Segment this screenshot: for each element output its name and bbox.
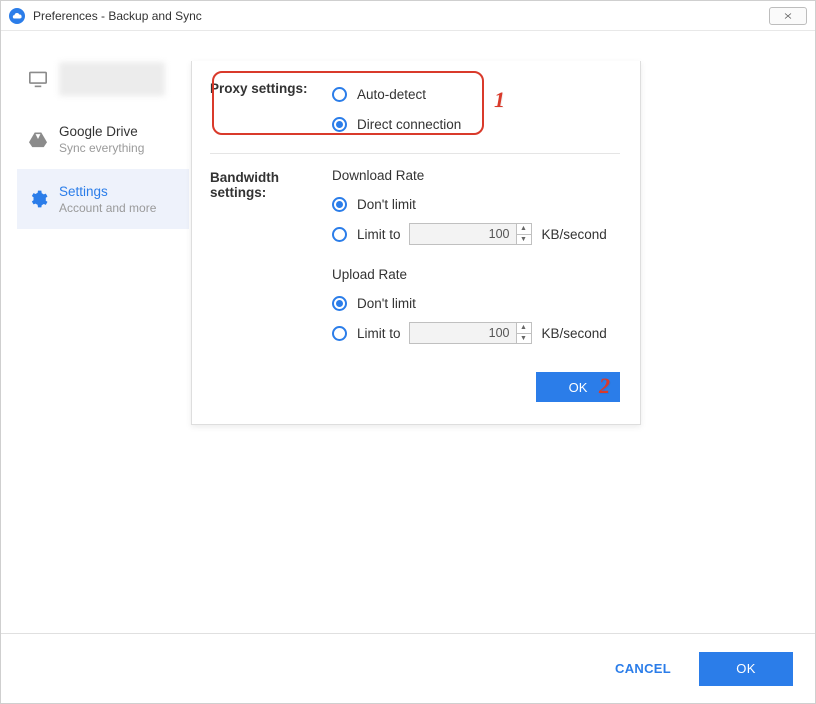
annotation-number-2: 2 xyxy=(599,373,610,399)
sidebar: Google Drive Sync everything Settings Ac… xyxy=(17,49,189,229)
window-title: Preferences - Backup and Sync xyxy=(33,9,202,23)
spinner-down-icon[interactable]: ▼ xyxy=(517,235,531,245)
sidebar-item-settings[interactable]: Settings Account and more xyxy=(17,169,189,229)
spinner-up-icon[interactable]: ▲ xyxy=(517,224,531,235)
blurred-device-name xyxy=(59,62,165,96)
sidebar-item-sublabel: Sync everything xyxy=(59,141,144,155)
download-dont-limit-option[interactable]: Don't limit xyxy=(332,189,620,219)
upload-unit: KB/second xyxy=(542,326,607,341)
upload-dont-limit-option[interactable]: Don't limit xyxy=(332,288,620,318)
upload-rate-heading: Upload Rate xyxy=(332,267,620,282)
number-spinner[interactable]: ▲ ▼ xyxy=(517,223,532,245)
proxy-direct-option[interactable]: Direct connection xyxy=(332,109,620,139)
gear-icon xyxy=(27,189,49,209)
radio-icon xyxy=(332,87,347,102)
download-rate-heading: Download Rate xyxy=(332,168,620,183)
upload-limit-to-option[interactable]: Limit to ▲ ▼ KB/second xyxy=(332,318,620,348)
proxy-settings-row: Proxy settings: Auto-detect Direct conne… xyxy=(210,79,620,139)
radio-label: Auto-detect xyxy=(357,87,426,102)
radio-label: Direct connection xyxy=(357,117,461,132)
spinner-up-icon[interactable]: ▲ xyxy=(517,323,531,334)
bandwidth-settings-label: Bandwidth settings: xyxy=(210,168,332,348)
download-unit: KB/second xyxy=(542,227,607,242)
radio-icon xyxy=(332,197,347,212)
bandwidth-settings-row: Bandwidth settings: Download Rate Don't … xyxy=(210,168,620,348)
sidebar-item-label: Settings xyxy=(59,184,156,199)
cancel-button[interactable]: CANCEL xyxy=(615,661,671,676)
download-limit-to-option[interactable]: Limit to ▲ ▼ KB/second xyxy=(332,219,620,249)
ok-button[interactable]: OK xyxy=(699,652,793,686)
window-close-button[interactable] xyxy=(769,7,807,25)
radio-icon xyxy=(332,296,347,311)
settings-panel: Proxy settings: Auto-detect Direct conne… xyxy=(191,61,641,425)
radio-label: Limit to xyxy=(357,326,401,341)
sidebar-item-google-drive[interactable]: Google Drive Sync everything xyxy=(17,109,189,169)
radio-label: Limit to xyxy=(357,227,401,242)
sidebar-item-sublabel: Account and more xyxy=(59,201,156,215)
spinner-down-icon[interactable]: ▼ xyxy=(517,334,531,344)
sidebar-item-device[interactable] xyxy=(17,49,189,109)
monitor-icon xyxy=(27,70,49,88)
drive-icon xyxy=(27,130,49,148)
download-limit-input[interactable] xyxy=(409,223,517,245)
proxy-auto-detect-option[interactable]: Auto-detect xyxy=(332,79,620,109)
body-area: Google Drive Sync everything Settings Ac… xyxy=(1,31,815,633)
radio-label: Don't limit xyxy=(357,296,416,311)
preferences-window: Preferences - Backup and Sync Google Dri… xyxy=(0,0,816,704)
divider xyxy=(210,153,620,154)
radio-icon xyxy=(332,227,347,242)
annotation-number-1: 1 xyxy=(494,87,505,113)
titlebar: Preferences - Backup and Sync xyxy=(1,1,815,31)
upload-limit-input[interactable] xyxy=(409,322,517,344)
radio-label: Don't limit xyxy=(357,197,416,212)
app-cloud-icon xyxy=(9,8,25,24)
proxy-settings-label: Proxy settings: xyxy=(210,79,332,139)
sidebar-item-label: Google Drive xyxy=(59,124,144,139)
radio-icon xyxy=(332,117,347,132)
footer: CANCEL OK xyxy=(1,633,815,703)
radio-icon xyxy=(332,326,347,341)
number-spinner[interactable]: ▲ ▼ xyxy=(517,322,532,344)
